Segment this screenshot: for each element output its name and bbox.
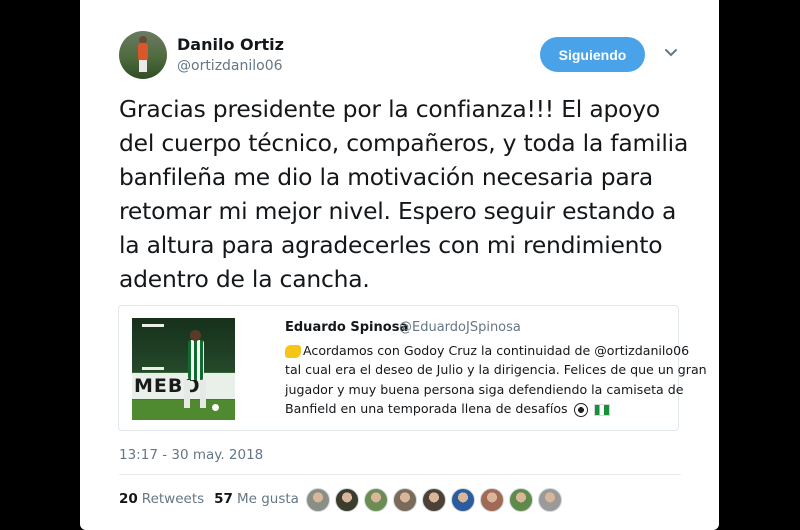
- liker-avatar[interactable]: [480, 488, 504, 512]
- quoted-tweet[interactable]: MEBO Eduardo Spinosa @EduardoJSpinosa Ac…: [118, 305, 707, 431]
- likes-count: 57: [214, 491, 233, 507]
- retweets-label: Retweets: [141, 491, 205, 507]
- quoted-line: Acordamos con Godoy Cruz la continuidad …: [285, 341, 689, 360]
- retweets-stat[interactable]: 20 Retweets: [119, 491, 204, 507]
- liker-avatar[interactable]: [509, 488, 533, 512]
- liker-avatars: [306, 488, 562, 512]
- liker-avatar[interactable]: [538, 488, 562, 512]
- tweet-card: Danilo Ortiz @ortizdanilo06 Siguiendo Gr…: [80, 0, 719, 530]
- tweet-stats: 20 Retweets 57 Me gusta: [119, 491, 299, 507]
- pointing-hand-icon: [285, 345, 301, 358]
- nigeria-flag-icon: [593, 403, 610, 416]
- liker-avatar[interactable]: [364, 488, 388, 512]
- soccer-ball-icon: [573, 402, 588, 417]
- liker-avatar[interactable]: [393, 488, 417, 512]
- tweet-text: Gracias presidente por la confianza!!! E…: [119, 95, 689, 293]
- quoted-tweet-image[interactable]: MEBO: [132, 318, 235, 420]
- quoted-line-text: Banfield en una temporada llena de desaf…: [285, 401, 568, 417]
- author-avatar[interactable]: [119, 31, 167, 79]
- quoted-author-handle[interactable]: @EduardoJSpinosa: [399, 320, 521, 335]
- quoted-line: jugador y muy buena persona siga defendi…: [285, 381, 684, 397]
- chevron-down-icon[interactable]: [664, 48, 678, 58]
- likes-stat[interactable]: 57 Me gusta: [214, 491, 299, 507]
- liker-avatar[interactable]: [451, 488, 475, 512]
- tweet-timestamp[interactable]: 13:17 - 30 may. 2018: [119, 447, 263, 463]
- following-button[interactable]: Siguiendo: [540, 37, 645, 72]
- liker-avatar[interactable]: [306, 488, 330, 512]
- divider: [119, 474, 681, 475]
- author-handle[interactable]: @ortizdanilo06: [177, 58, 283, 74]
- quoted-line: tal cual era el deseo de Julio y la diri…: [285, 362, 707, 378]
- author-name[interactable]: Danilo Ortiz: [177, 35, 284, 54]
- quoted-author-name[interactable]: Eduardo Spinosa: [285, 320, 408, 335]
- liker-avatar[interactable]: [422, 488, 446, 512]
- liker-avatar[interactable]: [335, 488, 359, 512]
- retweets-count: 20: [119, 491, 138, 507]
- quoted-line: Banfield en una temporada llena de desaf…: [285, 399, 680, 418]
- likes-label: Me gusta: [236, 491, 299, 507]
- quoted-line-text: Acordamos con Godoy Cruz la continuidad …: [303, 343, 690, 358]
- quoted-tweet-text: Acordamos con Godoy Cruz la continuidad …: [285, 341, 707, 419]
